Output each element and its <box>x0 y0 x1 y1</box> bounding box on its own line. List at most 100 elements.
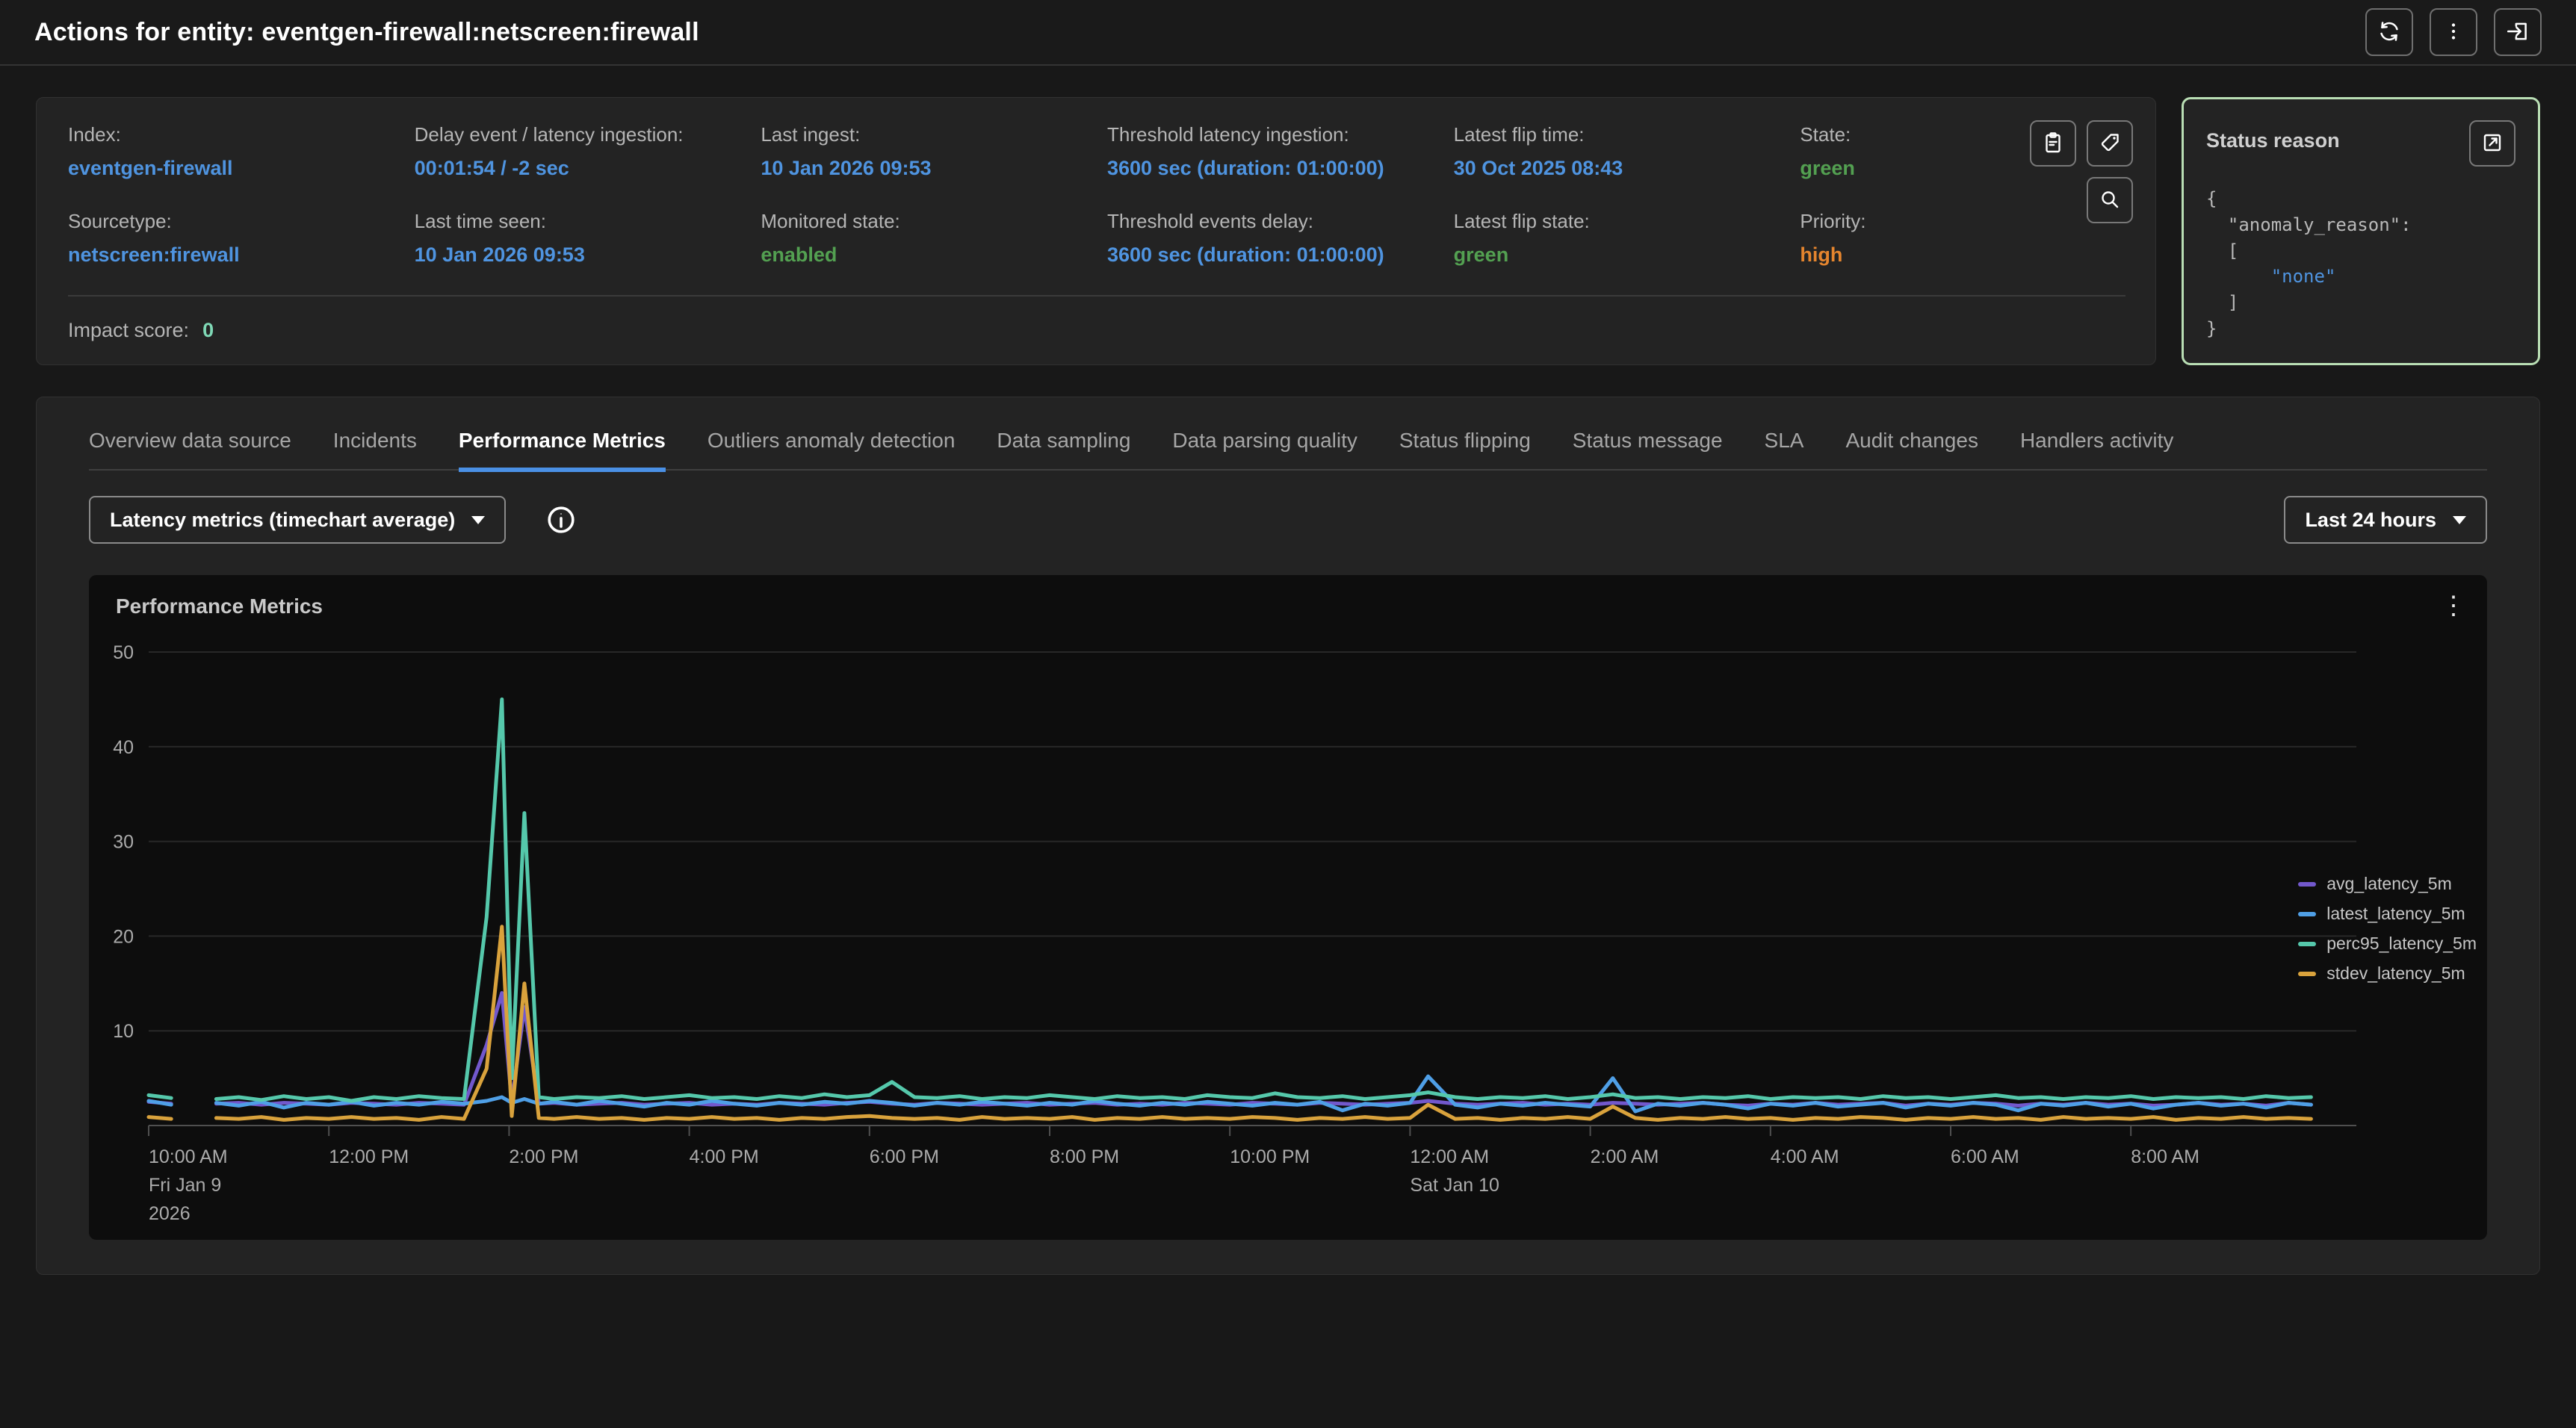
tab-status-message[interactable]: Status message <box>1573 429 1723 472</box>
field-value: 3600 sec (duration: 01:00:00) <box>1107 157 1433 180</box>
performance-chart-svg[interactable]: 102030405010:00 AMFri Jan 9202612:00 PM2… <box>89 575 2487 1240</box>
tab-overview-data-source[interactable]: Overview data source <box>89 429 291 472</box>
top-header: Actions for entity: eventgen-firewall:ne… <box>0 0 2576 66</box>
svg-text:2:00 AM: 2:00 AM <box>1591 1146 1659 1167</box>
legend-label: stdev_latency_5m <box>2326 963 2465 984</box>
json-line: "none" <box>2206 264 2515 290</box>
svg-text:20: 20 <box>113 926 134 947</box>
field-latest-flip-state: Latest flip state: green <box>1454 210 1780 267</box>
legend-swatch <box>2298 942 2316 946</box>
field-latest-flip-time: Latest flip time: 30 Oct 2025 08:43 <box>1454 123 1780 180</box>
tab-handlers-activity[interactable]: Handlers activity <box>2020 429 2173 472</box>
legend-label: avg_latency_5m <box>2326 874 2452 894</box>
field-label: Monitored state: <box>761 210 1086 233</box>
tag-icon <box>2098 131 2122 157</box>
tab-performance-metrics[interactable]: Performance Metrics <box>459 429 666 472</box>
svg-text:40: 40 <box>113 737 134 758</box>
exit-icon <box>2505 19 2530 46</box>
field-value: enabled <box>761 243 1086 267</box>
open-external-button[interactable] <box>2469 120 2515 167</box>
svg-text:8:00 AM: 8:00 AM <box>2131 1146 2199 1167</box>
tab-data-sampling[interactable]: Data sampling <box>997 429 1130 472</box>
metric-dropdown-label: Latency metrics (timechart average) <box>110 509 455 532</box>
legend-item-latest_latency_5m[interactable]: latest_latency_5m <box>2298 904 2477 924</box>
svg-text:6:00 AM: 6:00 AM <box>1951 1146 2019 1167</box>
clipboard-button[interactable] <box>2030 120 2076 167</box>
svg-text:50: 50 <box>113 642 134 663</box>
tab-bar: Overview data source Incidents Performance… <box>89 429 2487 471</box>
entity-info-panel: Index: eventgen-firewall Delay event / l… <box>36 97 2156 365</box>
svg-text:8:00 PM: 8:00 PM <box>1050 1146 1119 1167</box>
field-delay-latency: Delay event / latency ingestion: 00:01:5… <box>415 123 740 180</box>
json-line: { <box>2206 186 2515 212</box>
main-content: Index: eventgen-firewall Delay event / l… <box>0 66 2576 1275</box>
legend-item-stdev_latency_5m[interactable]: stdev_latency_5m <box>2298 963 2477 984</box>
more-options-button[interactable] <box>2430 8 2477 56</box>
legend-swatch <box>2298 972 2316 976</box>
tab-audit-changes[interactable]: Audit changes <box>1845 429 1978 472</box>
field-label: Delay event / latency ingestion: <box>415 123 740 146</box>
impact-score-row: Impact score: 0 <box>68 319 2125 342</box>
field-label: Threshold events delay: <box>1107 210 1433 233</box>
legend-item-perc95_latency_5m[interactable]: perc95_latency_5m <box>2298 934 2477 954</box>
refresh-button[interactable] <box>2365 8 2413 56</box>
kebab-icon <box>2441 19 2466 46</box>
field-label: Latest flip time: <box>1454 123 1780 146</box>
svg-text:12:00 PM: 12:00 PM <box>329 1146 409 1167</box>
clipboard-icon <box>2041 131 2065 157</box>
performance-metrics-panel: Performance Metrics ⋮ 102030405010:00 AM… <box>89 575 2487 1240</box>
field-value: 10 Jan 2026 09:53 <box>415 243 740 267</box>
external-link-icon <box>2480 131 2504 157</box>
svg-text:12:00 AM: 12:00 AM <box>1410 1146 1489 1167</box>
field-label: Latest flip state: <box>1454 210 1780 233</box>
impact-score-value: 0 <box>202 319 214 342</box>
tab-status-flipping[interactable]: Status flipping <box>1399 429 1531 472</box>
impact-score-label: Impact score: <box>68 319 189 342</box>
field-last-time-seen: Last time seen: 10 Jan 2026 09:53 <box>415 210 740 267</box>
field-value: 30 Oct 2025 08:43 <box>1454 157 1780 180</box>
field-value: high <box>1800 243 2125 267</box>
header-actions <box>2365 8 2542 56</box>
field-label: Last ingest: <box>761 123 1086 146</box>
svg-text:10:00 PM: 10:00 PM <box>1230 1146 1310 1167</box>
tag-button[interactable] <box>2087 120 2133 167</box>
tab-sla[interactable]: SLA <box>1765 429 1804 472</box>
field-label: Sourcetype: <box>68 210 394 233</box>
chart-legend: avg_latency_5m latest_latency_5m perc95_… <box>2298 874 2477 984</box>
details-panel: Overview data source Incidents Performance… <box>36 397 2540 1275</box>
field-monitored-state: Monitored state: enabled <box>761 210 1086 267</box>
field-last-ingest: Last ingest: 10 Jan 2026 09:53 <box>761 123 1086 180</box>
svg-text:Sat Jan 10: Sat Jan 10 <box>1410 1175 1499 1196</box>
svg-text:4:00 AM: 4:00 AM <box>1771 1146 1839 1167</box>
time-range-dropdown[interactable]: Last 24 hours <box>2284 496 2487 544</box>
svg-text:10: 10 <box>113 1021 134 1042</box>
svg-text:2:00 PM: 2:00 PM <box>509 1146 578 1167</box>
chevron-down-icon <box>471 516 485 524</box>
entity-action-buttons <box>2030 120 2133 223</box>
search-icon <box>2098 187 2122 214</box>
svg-text:2026: 2026 <box>149 1203 191 1224</box>
entity-fields: Index: eventgen-firewall Delay event / l… <box>68 123 2125 267</box>
status-reason-title: Status reason <box>2206 129 2340 152</box>
field-value: 10 Jan 2026 09:53 <box>761 157 1086 180</box>
exit-button[interactable] <box>2494 8 2542 56</box>
svg-text:30: 30 <box>113 832 134 853</box>
legend-item-avg_latency_5m[interactable]: avg_latency_5m <box>2298 874 2477 894</box>
metric-dropdown[interactable]: Latency metrics (timechart average) <box>89 496 506 544</box>
chart-controls: Latency metrics (timechart average) Last… <box>89 496 2487 544</box>
tab-incidents[interactable]: Incidents <box>333 429 417 472</box>
field-value: eventgen-firewall <box>68 157 394 180</box>
page-title: Actions for entity: eventgen-firewall:ne… <box>34 18 699 47</box>
info-icon[interactable] <box>545 503 578 536</box>
search-button[interactable] <box>2087 177 2133 223</box>
legend-swatch <box>2298 912 2316 916</box>
field-label: Last time seen: <box>415 210 740 233</box>
tab-outliers-anomaly-detection[interactable]: Outliers anomaly detection <box>708 429 956 472</box>
tab-data-parsing-quality[interactable]: Data parsing quality <box>1172 429 1357 472</box>
svg-text:6:00 PM: 6:00 PM <box>870 1146 939 1167</box>
field-threshold-events-delay: Threshold events delay: 3600 sec (durati… <box>1107 210 1433 267</box>
status-reason-panel: Status reason { "anomaly_reason": [ "non… <box>2182 97 2540 365</box>
divider <box>68 295 2125 297</box>
field-threshold-latency-ingestion: Threshold latency ingestion: 3600 sec (d… <box>1107 123 1433 180</box>
json-line: ] <box>2206 290 2515 316</box>
